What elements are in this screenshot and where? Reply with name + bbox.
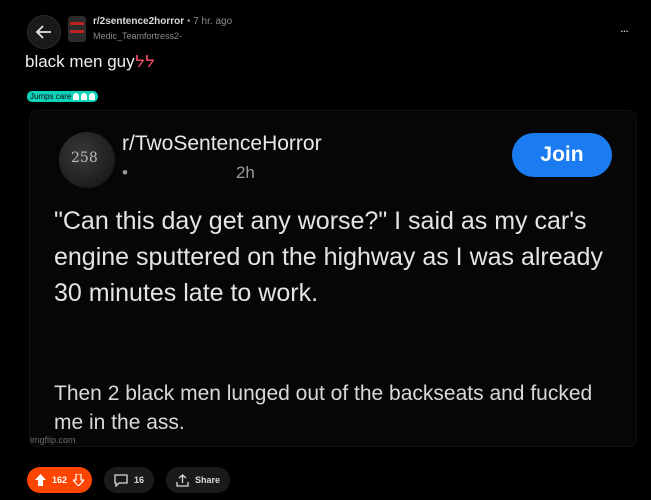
embed-time-dot: • <box>122 163 128 182</box>
post-title-text: black men guy <box>25 52 135 71</box>
embed-subreddit-name: r/TwoSentenceHorror <box>122 132 322 155</box>
flair-label: Jumps care <box>30 92 72 101</box>
share-label: Share <box>195 475 221 485</box>
subreddit-avatar[interactable] <box>68 16 86 42</box>
embedded-image[interactable]: 258 r/TwoSentenceHorror • 2h Join "Can th… <box>29 110 637 447</box>
comment-icon <box>114 473 128 487</box>
post-actions: 162 16 Share <box>27 467 231 493</box>
upvote-count: 162 <box>52 475 68 485</box>
post-flair[interactable]: Jumps care <box>27 91 99 102</box>
downvote-icon[interactable] <box>73 474 85 486</box>
arrow-left-icon <box>36 25 52 39</box>
embed-subreddit-avatar: 258 <box>59 132 115 188</box>
embed-body-paragraph-1: "Can this day get any worse?" I said as … <box>54 207 603 307</box>
comments-button[interactable]: 16 <box>104 467 155 493</box>
ghost-icon <box>89 93 96 100</box>
back-button[interactable] <box>27 15 61 49</box>
subreddit-link[interactable]: r/2sentence2horror • 7 hr. ago <box>93 16 232 27</box>
embed-body-paragraph-2: Then 2 black men lunged out of the backs… <box>54 382 593 434</box>
embed-join-button: Join <box>512 133 612 177</box>
vote-control: 162 <box>27 467 93 493</box>
more-options-icon[interactable]: ... <box>620 20 629 35</box>
author-username[interactable]: Medic_Teamfortress2- <box>93 31 182 41</box>
share-button[interactable]: Share <box>166 467 231 493</box>
embed-time-label: 2h <box>235 163 255 182</box>
comment-count: 16 <box>134 475 145 485</box>
squiggle-emoji: ᔭᔭ <box>134 54 155 71</box>
embed-avatar-text: 258 <box>71 150 98 166</box>
imgflip-watermark: imgflip.com <box>30 435 76 445</box>
post-title: black men guyᔭᔭ <box>25 52 155 72</box>
ghost-icon <box>81 93 88 100</box>
ghost-icon <box>73 93 80 100</box>
embed-time: • 2h <box>122 163 255 183</box>
subreddit-name[interactable]: r/2sentence2horror <box>93 16 184 27</box>
share-icon <box>176 473 189 487</box>
upvote-icon[interactable] <box>35 474 46 486</box>
post-age: • 7 hr. ago <box>186 16 233 27</box>
